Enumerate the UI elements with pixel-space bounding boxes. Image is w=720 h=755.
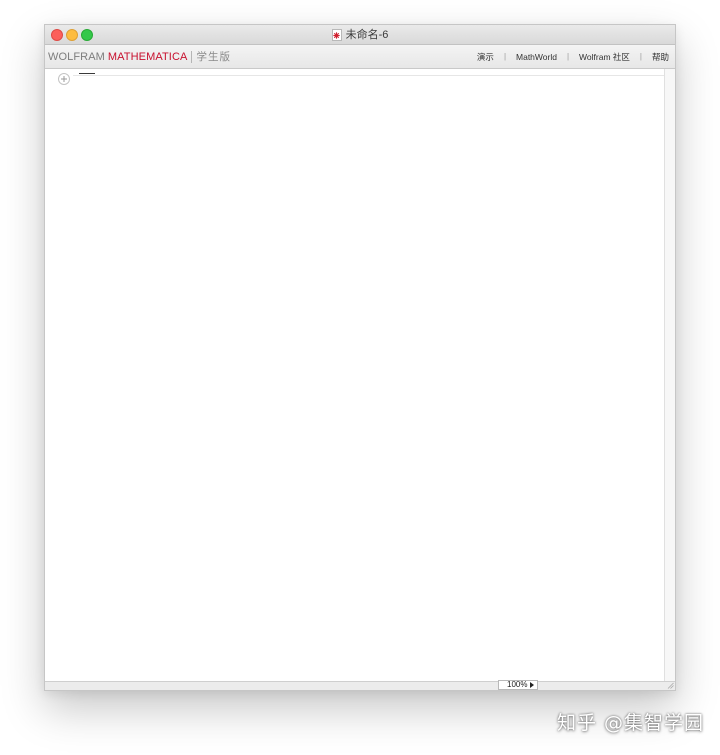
screenshot-page: 未命名-6 WOLFRAM MATHEMATICA 学生版 演示 | MathW… [0,0,720,755]
notebook-document-icon [331,29,342,41]
brand-bar: WOLFRAM MATHEMATICA 学生版 演示 | MathWorld |… [45,45,675,69]
zoom-level: 100% [507,680,528,689]
nav-help-link[interactable]: 帮助 [652,51,669,63]
zoom-menu[interactable]: 100% [498,680,539,690]
mathematica-window: 未命名-6 WOLFRAM MATHEMATICA 学生版 演示 | MathW… [44,24,676,691]
nav-mathworld-link[interactable]: MathWorld [516,52,557,62]
cell-insertion-cursor [79,73,95,74]
nav-separator: | [566,52,570,61]
resize-grip-icon[interactable] [667,682,674,689]
brand-wolfram: WOLFRAM [48,50,105,63]
cell-top-rule [73,75,665,76]
nav-demonstrations-link[interactable]: 演示 [477,51,494,63]
brand-divider [191,50,193,63]
brand-edition: 学生版 [196,51,231,63]
brand-mathematica: MATHEMATICA [107,50,188,63]
notebook-area[interactable] [45,69,665,682]
vertical-scrollbar[interactable] [664,69,675,682]
nav-community-link[interactable]: Wolfram 社区 [579,51,630,63]
title-bar[interactable]: 未命名-6 [45,25,675,45]
window-title: 未命名-6 [345,29,389,41]
nav-separator: | [503,52,507,61]
triangle-right-icon [530,682,535,688]
plus-circle-icon[interactable] [58,73,70,85]
window-title-group: 未命名-6 [45,25,675,45]
status-bar: 100% [45,680,675,690]
nav-separator: | [639,52,642,61]
watermark: 知乎 @集智学园 [556,712,704,734]
wolfram-mathematica-logo: WOLFRAM MATHEMATICA 学生版 [48,45,231,68]
top-nav: 演示 | MathWorld | Wolfram 社区 | 帮助 [477,45,669,68]
